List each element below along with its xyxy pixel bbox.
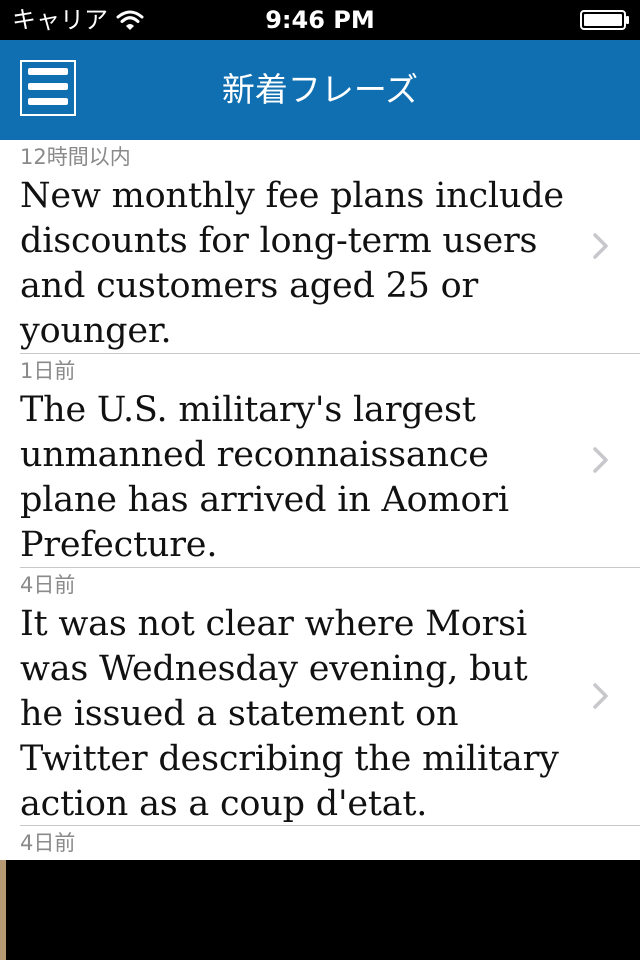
- item-phrase: New monthly fee plans include discounts …: [20, 176, 564, 351]
- chevron-right-icon: [593, 233, 608, 259]
- status-time: 9:46 PM: [265, 6, 375, 34]
- item-timestamp: 12時間以内: [20, 145, 131, 169]
- item-timestamp: 4日前: [20, 573, 76, 597]
- menu-line: [28, 98, 68, 105]
- menu-button[interactable]: [20, 60, 76, 116]
- list-item[interactable]: 12時間以内 New monthly fee plans include dis…: [0, 140, 640, 354]
- banner-edge: [0, 860, 6, 960]
- phrase-list: 12時間以内 New monthly fee plans include dis…: [0, 140, 640, 866]
- item-timestamp: 4日前: [20, 831, 76, 855]
- menu-line: [28, 68, 68, 75]
- battery-icon: [580, 10, 629, 30]
- chevron-right-icon: [593, 683, 608, 709]
- ad-banner-area[interactable]: [0, 860, 640, 960]
- item-timestamp: 1日前: [20, 359, 76, 383]
- item-phrase: The U.S. military's largest unmanned rec…: [20, 390, 509, 565]
- item-phrase: It was not clear where Morsi was Wednesd…: [20, 604, 559, 824]
- chevron-right-icon: [593, 447, 608, 473]
- menu-line: [28, 83, 68, 90]
- list-item[interactable]: 4日前 It was not clear where Morsi was Wed…: [0, 568, 640, 826]
- app-screen: キャリア 9:46 PM 新着フレーズ 12時間以内 New monthly f…: [0, 0, 640, 960]
- status-bar: キャリア 9:46 PM: [0, 0, 640, 40]
- navigation-bar: 新着フレーズ: [0, 40, 640, 140]
- list-item[interactable]: 1日前 The U.S. military's largest unmanned…: [0, 354, 640, 568]
- page-title: 新着フレーズ: [221, 70, 419, 109]
